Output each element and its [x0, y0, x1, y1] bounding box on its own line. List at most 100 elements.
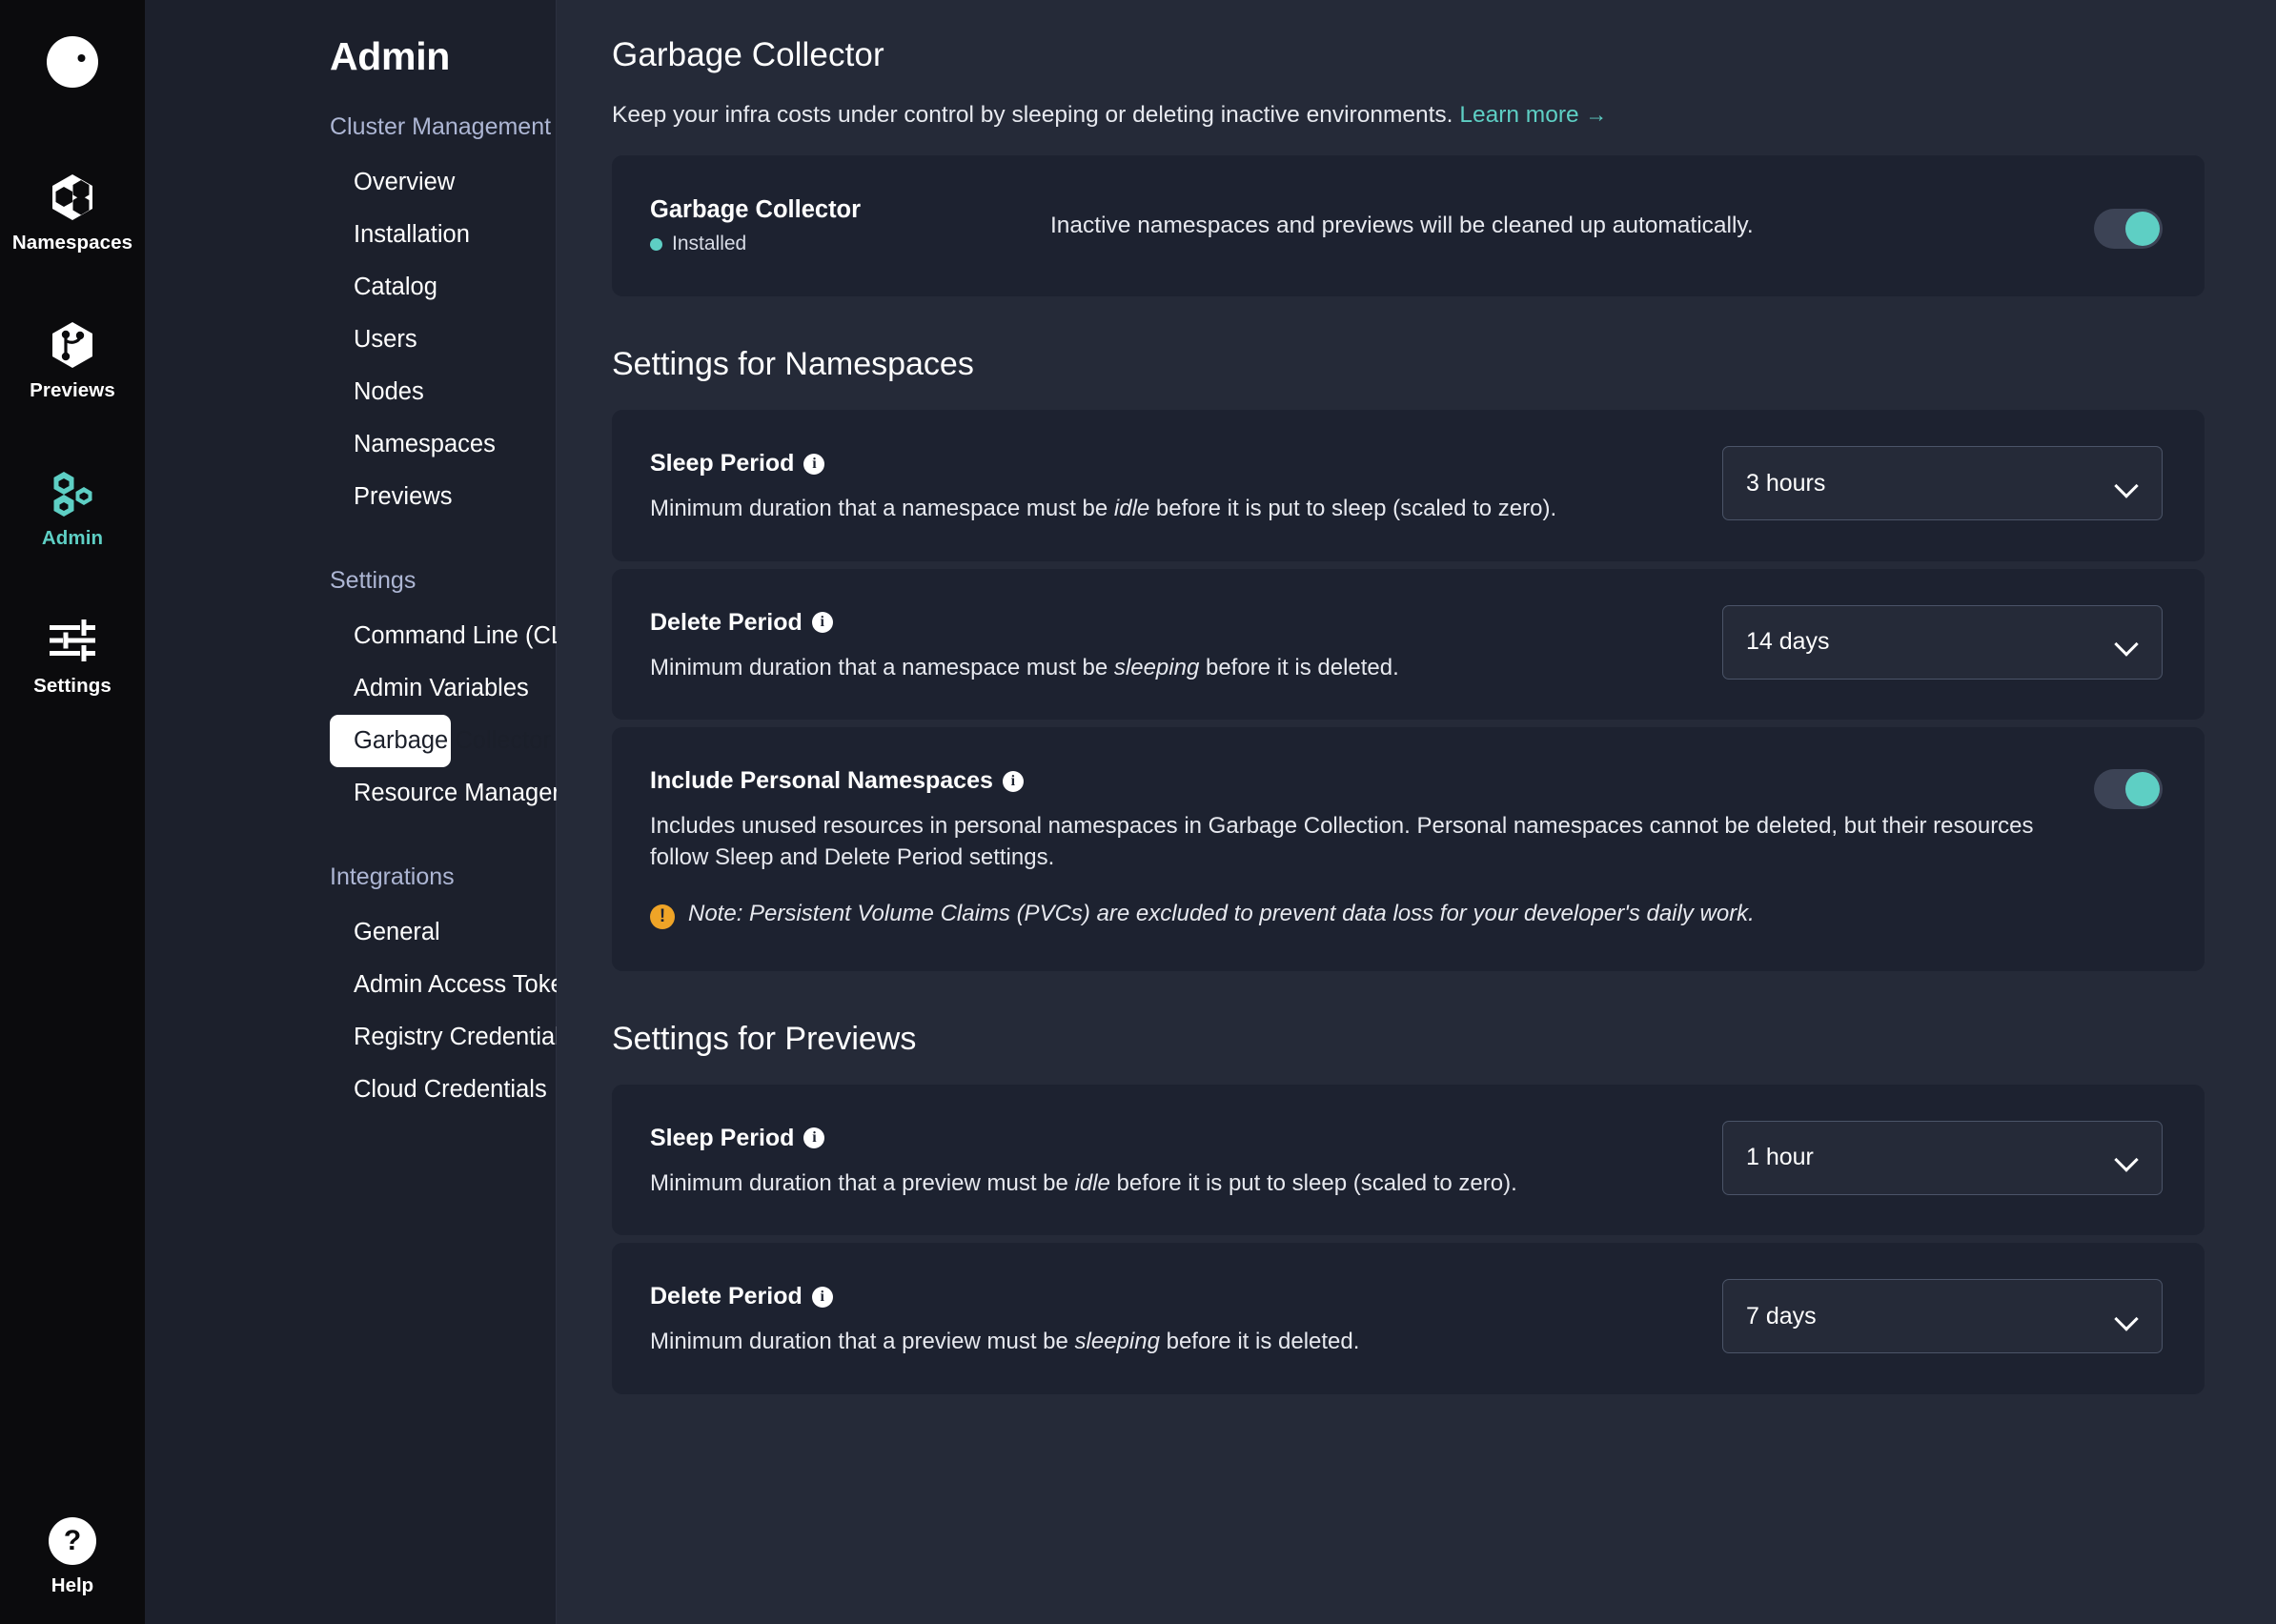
preview-delete-period-select[interactable]: 7 days [1722, 1279, 2163, 1353]
sliders-settings-icon [47, 615, 98, 666]
desc-before: Minimum duration that a preview must be [650, 1170, 1075, 1196]
preview-sleep-period-description: Minimum duration that a preview must be … [650, 1168, 1603, 1200]
namespace-sleep-period-select[interactable]: 3 hours [1722, 446, 2163, 520]
status-card-name: Garbage Collector [650, 196, 1050, 224]
namespace-delete-period-label: Delete Period i [650, 609, 1684, 637]
rail-item-settings[interactable]: Settings [0, 601, 145, 707]
nav-group-label-settings: Settings [330, 567, 556, 595]
namespace-sleep-period-select-wrap: 3 hours [1722, 446, 2163, 520]
sidebar-item-cloud-credentials[interactable]: Cloud Credentials [330, 1064, 451, 1116]
sidebar-item-overview[interactable]: Overview [330, 156, 451, 209]
namespace-sleep-period-label-text: Sleep Period [650, 450, 794, 477]
sidebar-item-garbage-collector[interactable]: Garbage Collector [330, 715, 451, 767]
desc-emphasis: sleeping [1114, 655, 1199, 680]
status-badge: Installed [650, 233, 1050, 255]
include-personal-namespaces-label: Include Personal Namespaces i [650, 767, 2056, 795]
sidebar-item-resource-manager[interactable]: Resource Manager [330, 767, 451, 820]
sidebar-item-users[interactable]: Users [330, 314, 451, 366]
preview-sleep-period-card: Sleep Period i Minimum duration that a p… [612, 1085, 2205, 1236]
sidebar-item-general[interactable]: General [330, 906, 451, 959]
sidebar-item-registry-credentials[interactable]: Registry Credentials [330, 1011, 451, 1064]
status-dot-icon [650, 238, 662, 251]
namespace-sleep-period-label: Sleep Period i [650, 450, 1684, 477]
nav-group-label-integrations: Integrations [330, 863, 556, 891]
hexagon-namespaces-icon [48, 172, 97, 223]
preview-delete-period-label-text: Delete Period [650, 1283, 803, 1310]
preview-delete-period-text: Delete Period i Minimum duration that a … [650, 1279, 1684, 1358]
page-subtitle: Keep your infra costs under control by s… [612, 102, 2205, 129]
learn-more-link[interactable]: Learn more → [1459, 102, 1607, 128]
desc-emphasis: idle [1075, 1170, 1110, 1196]
info-icon[interactable]: i [812, 1287, 833, 1308]
nav-group-settings: Settings Command Line (CLI) Admin Variab… [145, 567, 556, 820]
toggle-knob [2125, 212, 2160, 246]
namespace-sleep-period-description: Minimum duration that a namespace must b… [650, 494, 1603, 525]
desc-after: before it is put to sleep (scaled to zer… [1149, 496, 1556, 521]
learn-more-label: Learn more [1459, 102, 1578, 128]
status-card-description: Inactive namespaces and previews will be… [1050, 213, 2056, 239]
rail-item-previews[interactable]: Previews [0, 306, 145, 412]
main-content: Garbage Collector Keep your infra costs … [557, 0, 2276, 1624]
namespace-sleep-period-card: Sleep Period i Minimum duration that a n… [612, 410, 2205, 561]
preview-sleep-period-label-text: Sleep Period [650, 1125, 794, 1152]
desc-before: Minimum duration that a preview must be [650, 1329, 1075, 1354]
include-personal-namespaces-row: Include Personal Namespaces i Includes u… [612, 727, 2205, 970]
sidebar-item-nodes[interactable]: Nodes [330, 366, 451, 418]
rail-item-admin[interactable]: Admin [0, 454, 145, 559]
git-branch-previews-icon [48, 319, 97, 371]
admin-sidebar: Admin Cluster Management Overview Instal… [145, 0, 557, 1624]
info-icon[interactable]: i [812, 612, 833, 633]
info-icon[interactable]: i [803, 454, 824, 475]
toggle-knob [2125, 772, 2160, 806]
desc-emphasis: idle [1114, 496, 1149, 521]
desc-before: Minimum duration that a namespace must b… [650, 496, 1114, 521]
sidebar-item-catalog[interactable]: Catalog [330, 261, 451, 314]
namespace-delete-period-select-wrap: 14 days [1722, 605, 2163, 680]
sidebar-item-admin-variables[interactable]: Admin Variables [330, 662, 451, 715]
sidebar-item-previews[interactable]: Previews [330, 471, 451, 523]
garbage-collector-status-card: Garbage Collector Installed Inactive nam… [612, 155, 2205, 296]
section-heading-previews: Settings for Previews [612, 1021, 2205, 1058]
sidebar-item-namespaces[interactable]: Namespaces [330, 418, 451, 471]
namespace-delete-period-card: Delete Period i Minimum duration that a … [612, 569, 2205, 721]
chevron-down-icon [2116, 636, 2137, 648]
namespace-delete-period-value: 14 days [1746, 628, 1830, 656]
preview-delete-period-value: 7 days [1746, 1303, 1817, 1330]
include-personal-namespaces-description: Includes unused resources in personal na… [650, 811, 2056, 873]
preview-sleep-period-select-wrap: 1 hour [1722, 1121, 2163, 1195]
info-icon[interactable]: i [803, 1127, 824, 1148]
sidebar-item-installation[interactable]: Installation [330, 209, 451, 261]
sidebar-item-command-line-cli[interactable]: Command Line (CLI) [330, 610, 451, 662]
chevron-down-icon [2116, 1310, 2137, 1323]
include-personal-namespaces-toggle[interactable] [2094, 769, 2163, 809]
rail-label-settings: Settings [33, 675, 112, 698]
preview-sleep-period-select[interactable]: 1 hour [1722, 1121, 2163, 1195]
namespace-sleep-period-text: Sleep Period i Minimum duration that a n… [650, 446, 1684, 525]
hexagon-cluster-admin-icon [48, 467, 97, 518]
include-personal-namespaces-label-text: Include Personal Namespaces [650, 767, 993, 795]
include-personal-namespaces-card: Include Personal Namespaces i Includes u… [612, 727, 2205, 970]
arrow-right-icon: → [1585, 102, 1607, 127]
section-heading-namespaces: Settings for Namespaces [612, 346, 2205, 383]
namespace-delete-period-select[interactable]: 14 days [1722, 605, 2163, 680]
namespace-delete-period-label-text: Delete Period [650, 609, 803, 637]
rail-item-namespaces[interactable]: Namespaces [0, 158, 145, 264]
page-title: Garbage Collector [612, 36, 2205, 74]
status-badge-label: Installed [672, 233, 746, 255]
sidebar-item-admin-access-tokens[interactable]: Admin Access Tokens [330, 959, 451, 1011]
app-root: Namespaces Previews [0, 0, 2276, 1624]
info-icon[interactable]: i [1003, 771, 1024, 792]
garbage-collector-toggle[interactable] [2094, 209, 2163, 249]
pvc-note: ! Note: Persistent Volume Claims (PVCs) … [650, 901, 2056, 929]
loft-logo-icon[interactable] [43, 32, 102, 91]
question-mark-icon: ? [49, 1517, 96, 1565]
rail-help[interactable]: ? Help [0, 1517, 145, 1597]
desc-emphasis: sleeping [1075, 1329, 1160, 1354]
preview-sleep-period-text: Sleep Period i Minimum duration that a p… [650, 1121, 1684, 1200]
desc-after: before it is deleted. [1199, 655, 1398, 680]
desc-after: before it is put to sleep (scaled to zer… [1110, 1170, 1517, 1196]
preview-sleep-period-value: 1 hour [1746, 1144, 1814, 1171]
namespace-sleep-period-value: 3 hours [1746, 470, 1825, 497]
desc-before: Minimum duration that a namespace must b… [650, 655, 1114, 680]
status-left: Garbage Collector Installed [650, 196, 1050, 255]
